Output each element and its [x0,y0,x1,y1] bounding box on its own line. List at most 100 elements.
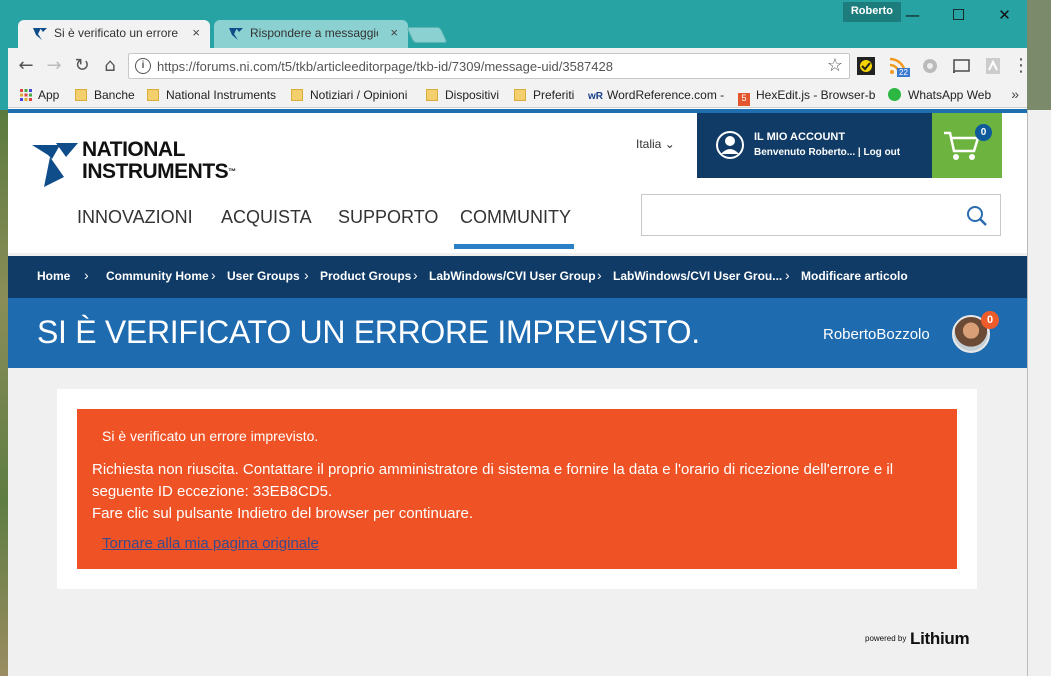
browser-menu-button[interactable]: ⋮ [1012,54,1027,78]
nav-community[interactable]: COMMUNITY [460,207,571,228]
tab-close-icon[interactable]: × [192,25,200,40]
bookmark-label: Notiziari / Opinioni [310,88,408,102]
extension-grey-icon[interactable] [920,56,940,76]
breadcrumb-home[interactable]: Home [37,269,70,283]
bookmark-folder-ni[interactable]: National Instruments [147,88,276,102]
whatsapp-icon [888,88,901,101]
breadcrumb-user-groups[interactable]: User Groups [227,269,300,283]
tab-reply[interactable]: Rispondere a messaggio × [214,20,408,48]
logo-line-1: NATIONAL [82,138,185,161]
address-bar[interactable]: i https://forums.ni.com/t5/tkb/articleed… [128,53,850,79]
bookmark-label: WordReference.com - [607,88,725,102]
error-message: Richiesta non riuscita. Contattare il pr… [92,459,952,525]
bookmark-star-icon[interactable]: ☆ [827,55,843,76]
chevron-right-icon: › [211,267,216,283]
chevron-right-icon: › [785,267,790,283]
tab-title: Rispondere a messaggio [250,26,378,40]
cast-icon[interactable] [951,56,971,76]
folder-icon [514,89,526,101]
chevron-right-icon: › [413,267,418,283]
breadcrumb-community-home[interactable]: Community Home [106,269,209,283]
forward-button[interactable]: → [42,54,66,78]
error-alert: Si è verificato un errore imprevisto. Ri… [77,409,957,569]
rss-badge: 22 [897,68,910,77]
bookmark-label: National Instruments [166,88,277,102]
logo-line-2: INSTRUMENTS [82,160,229,183]
breadcrumb-product-groups[interactable]: Product Groups [320,269,411,283]
ni-favicon-icon [33,28,47,40]
bookmark-label: Preferiti [533,88,575,102]
tab-error[interactable]: Si è verificato un errore imprevisto. × [18,20,210,48]
bookmark-label: Dispositivi [445,88,500,102]
bookmarks-more-button[interactable]: » [1011,86,1019,102]
language-label: Italia [636,137,662,151]
nav-supporto[interactable]: SUPPORTO [338,207,438,228]
tab-close-icon[interactable]: × [390,25,398,40]
chevron-down-icon: ⌄ [664,137,675,151]
minimize-button[interactable]: — [890,2,935,28]
breadcrumb-current: Modificare articolo [801,269,908,283]
browser-window: Si è verificato un errore imprevisto. × … [8,0,1027,676]
reload-button[interactable]: ↻ [70,54,94,78]
error-heading: Si è verificato un errore imprevisto. [102,428,319,444]
bookmark-folder-preferiti[interactable]: Preferiti [514,88,574,102]
active-nav-indicator [454,244,574,249]
ni-logo-text: NATIONAL INSTRUMENTS™ [82,139,236,183]
maximize-button[interactable]: ☐ [936,2,981,28]
folder-icon [147,89,159,101]
home-button[interactable]: ⌂ [98,54,122,78]
site-header: NATIONAL INSTRUMENTS™ Italia ⌄ IL MIO AC… [8,113,1027,253]
chevron-right-icon: › [304,267,309,283]
html5-icon: 5 [738,93,750,106]
folder-icon [426,89,438,101]
nav-innovazioni[interactable]: INNOVAZIONI [77,207,193,228]
bookmark-hexedit[interactable]: 5 HexEdit.js - Browser-b [738,88,875,106]
notification-badge[interactable]: 0 [981,311,999,329]
cart-button[interactable]: 0 [932,113,1002,178]
bookmark-label: App [38,88,60,102]
folder-icon [291,89,303,101]
close-window-button[interactable]: ✕ [982,2,1027,28]
search-icon[interactable] [966,205,988,227]
new-tab-button[interactable] [406,27,448,43]
user-icon [716,131,744,159]
site-search-input[interactable] [641,194,1001,236]
bookmark-app[interactable]: App [20,88,59,102]
wordreference-icon: wR [588,91,603,102]
bookmark-wordreference[interactable]: wR WordReference.com - [588,88,724,102]
error-card: Si è verificato un errore imprevisto. Ri… [57,389,977,589]
browser-toolbar: ← → ↻ ⌂ i https://forums.ni.com/t5/tkb/a… [8,48,1027,84]
bookmark-folder-dispositivi[interactable]: Dispositivi [426,88,499,102]
url-text[interactable]: https://forums.ni.com/t5/tkb/articleedit… [157,59,613,74]
chevron-right-icon: › [597,267,602,283]
breadcrumb-labwindows-subgroup[interactable]: LabWindows/CVI User Grou... [613,269,782,283]
page-title-bar: SI È VERIFICATO UN ERRORE IMPREVISTO. Ro… [8,298,1027,368]
account-welcome-logout[interactable]: Benvenuto Roberto... | Log out [754,147,900,158]
desktop-background-right [1027,110,1051,676]
bookmark-label: WhatsApp Web [908,88,992,102]
bookmark-folder-notiziari[interactable]: Notiziari / Opinioni [291,88,407,102]
breadcrumb-labwindows-group[interactable]: LabWindows/CVI User Group [429,269,596,283]
nav-acquista[interactable]: ACQUISTA [221,207,312,228]
language-selector[interactable]: Italia ⌄ [636,137,675,151]
bookmark-label: Banche [94,88,135,102]
username-link[interactable]: RobertoBozzolo [823,326,930,343]
title-bar: Si è verificato un errore imprevisto. × … [8,0,1027,48]
bookmark-whatsapp[interactable]: WhatsApp Web [888,88,991,102]
back-button[interactable]: ← [14,54,38,78]
bookmark-folder-banche[interactable]: Banche [75,88,135,102]
folder-icon [75,89,87,101]
lithium-logo[interactable]: Lithium [910,629,970,649]
pdf-extension-icon[interactable] [983,56,1003,76]
desktop-background [0,0,8,676]
logo-tm: ™ [228,167,236,176]
breadcrumb: Home › Community Home › User Groups › Pr… [8,256,1027,298]
my-account-panel[interactable]: IL MIO ACCOUNT Benvenuto Roberto... | Lo… [697,113,932,178]
return-to-original-link[interactable]: Tornare alla mia pagina originale [102,535,319,552]
cart-count-badge: 0 [975,124,992,141]
web-page: NATIONAL INSTRUMENTS™ Italia ⌄ IL MIO AC… [8,109,1027,676]
extension-check-icon[interactable] [856,56,876,76]
powered-by-text: powered by [865,634,907,643]
ni-logo[interactable]: NATIONAL INSTRUMENTS™ [30,135,240,191]
site-info-icon[interactable]: i [135,58,151,74]
